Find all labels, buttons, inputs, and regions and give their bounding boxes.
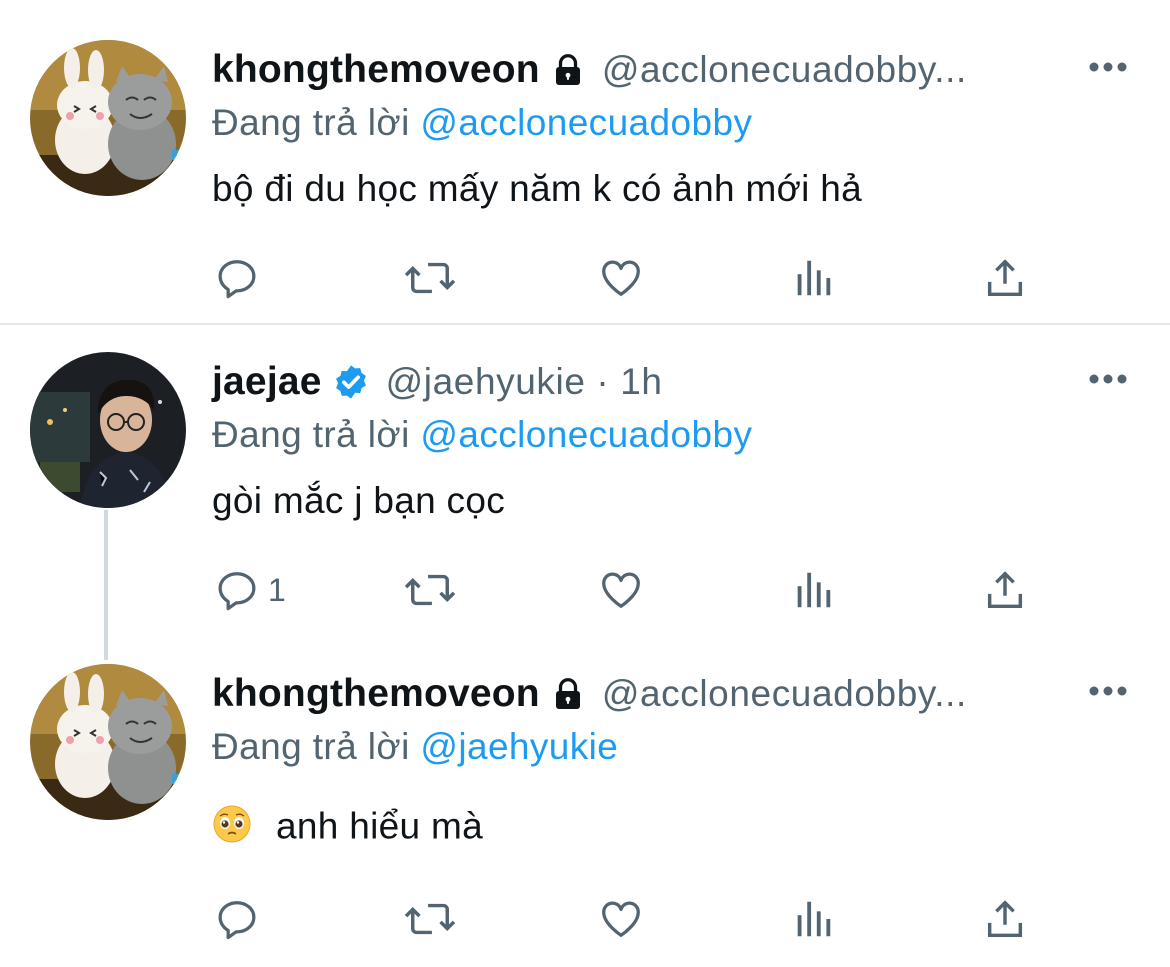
replying-to: Đang trả lời @acclonecuadobby (212, 102, 752, 144)
like-icon (597, 255, 645, 301)
more-options-icon[interactable] (1088, 684, 1128, 698)
tweet-header: khongthemoveon @acclonecuadobby... (212, 664, 967, 724)
reply-mention-link[interactable]: @acclonecuadobby (420, 102, 752, 143)
tweet-header: khongthemoveon @acclonecuadobby... (212, 40, 967, 100)
reply-button[interactable] (214, 896, 268, 942)
like-button[interactable] (597, 896, 645, 942)
plush-toys-avatar-image (30, 664, 186, 820)
pleading-face-emoji (212, 804, 252, 853)
retweet-icon (403, 255, 457, 301)
share-icon (982, 567, 1028, 613)
retweet-icon (403, 896, 457, 942)
tweet-divider (0, 323, 1170, 325)
reply-count: 1 (268, 571, 286, 608)
replying-to: Đang trả lời @acclonecuadobby (212, 414, 752, 456)
share-icon (982, 255, 1028, 301)
tweet-3[interactable]: khongthemoveon @acclonecuadobby... Đang … (0, 664, 1170, 964)
analytics-icon (792, 896, 834, 942)
retweet-button[interactable] (403, 896, 457, 942)
analytics-icon (792, 255, 834, 301)
analytics-button[interactable] (792, 896, 834, 942)
share-icon (982, 896, 1028, 942)
analytics-button[interactable] (792, 567, 834, 613)
reply-icon (214, 896, 260, 942)
tweet-text: gòi mắc j bạn cọc (212, 480, 506, 521)
retweet-button[interactable] (403, 567, 457, 613)
reply-mention-link[interactable]: @jaehyukie (420, 726, 618, 767)
tweet-header: jaejae @jaehyukie · 1h (212, 352, 663, 412)
share-button[interactable] (982, 896, 1028, 942)
tweet-text-row: anh hiểu mà (212, 804, 483, 853)
avatar-khongthemoveon[interactable] (30, 40, 186, 196)
plush-toys-avatar-image (30, 40, 186, 196)
tweet-actions (0, 894, 1170, 944)
replying-to: Đang trả lời @jaehyukie (212, 726, 618, 768)
thread-connector-line (104, 510, 108, 660)
like-button[interactable] (597, 567, 645, 613)
more-options-icon[interactable] (1088, 372, 1128, 386)
replying-to-label: Đang trả lời (212, 726, 410, 767)
like-button[interactable] (597, 255, 645, 301)
reply-icon (214, 567, 260, 613)
display-name[interactable]: jaejae (212, 360, 322, 404)
share-button[interactable] (982, 255, 1028, 301)
tweet-2[interactable]: jaejae @jaehyukie · 1h Đang trả lời @acc… (0, 352, 1170, 652)
reply-button[interactable] (214, 255, 268, 301)
tweet-text: bộ đi du học mấy năm k có ảnh mới hả (212, 168, 863, 209)
avatar-khongthemoveon[interactable] (30, 664, 186, 820)
analytics-button[interactable] (792, 255, 834, 301)
handle-and-time[interactable]: @jaehyukie · 1h (386, 361, 663, 403)
tweet-actions: 1 (0, 565, 1170, 615)
lock-icon (550, 676, 586, 712)
like-icon (597, 567, 645, 613)
display-name[interactable]: khongthemoveon (212, 48, 540, 92)
handle[interactable]: @acclonecuadobby... (602, 49, 967, 91)
reply-button[interactable]: 1 (214, 567, 286, 613)
retweet-button[interactable] (403, 255, 457, 301)
person-avatar-image (30, 352, 186, 508)
replying-to-label: Đang trả lời (212, 102, 410, 143)
like-icon (597, 896, 645, 942)
avatar-jaejae[interactable] (30, 352, 186, 508)
more-options-icon[interactable] (1088, 60, 1128, 74)
reply-mention-link[interactable]: @acclonecuadobby (420, 414, 752, 455)
tweet-1[interactable]: khongthemoveon @acclonecuadobby... Đang … (0, 40, 1170, 320)
verified-icon (332, 363, 370, 401)
share-button[interactable] (982, 567, 1028, 613)
replying-to-label: Đang trả lời (212, 414, 410, 455)
tweet-text: anh hiểu mà (276, 805, 483, 847)
handle[interactable]: @acclonecuadobby... (602, 673, 967, 715)
tweet-actions (0, 253, 1170, 303)
retweet-icon (403, 567, 457, 613)
analytics-icon (792, 567, 834, 613)
lock-icon (550, 52, 586, 88)
reply-icon (214, 255, 260, 301)
display-name[interactable]: khongthemoveon (212, 672, 540, 716)
